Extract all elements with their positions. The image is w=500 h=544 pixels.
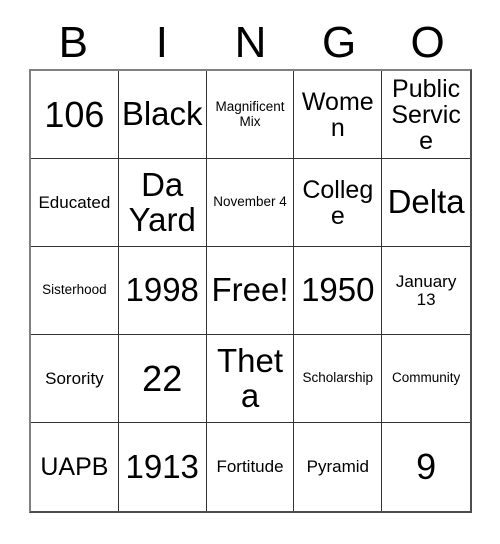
- header-letter-text: N: [234, 18, 267, 67]
- bingo-cell-text: UAPB: [40, 453, 109, 481]
- bingo-cell-text: Educated: [38, 192, 111, 212]
- bingo-cell[interactable]: Delta: [382, 159, 470, 247]
- bingo-cell[interactable]: 9: [382, 423, 470, 511]
- bingo-cell[interactable]: Black: [118, 71, 207, 159]
- bingo-card: B I N G O 106 Black Magnificent Mix Wome…: [0, 0, 500, 544]
- bingo-cell[interactable]: 1998: [118, 247, 207, 335]
- bingo-cell[interactable]: 22: [118, 335, 207, 423]
- bingo-header-row: B I N G O: [29, 18, 472, 68]
- bingo-cell-text: Women: [301, 87, 374, 142]
- bingo-cell-text: 1950: [301, 271, 375, 309]
- bingo-cell-text: Black: [121, 95, 203, 133]
- bingo-cell[interactable]: Women: [294, 71, 383, 159]
- bingo-cell[interactable]: 1913: [118, 423, 207, 511]
- bingo-cell-text: Public Service: [391, 74, 461, 155]
- header-letter-text: I: [155, 18, 168, 67]
- bingo-cell[interactable]: Pyramid: [294, 423, 383, 511]
- bingo-header-letter-g: G: [295, 18, 384, 68]
- bingo-cell[interactable]: College: [294, 159, 383, 247]
- bingo-cell-text: 106: [44, 93, 105, 135]
- bingo-cell[interactable]: January 13: [382, 247, 470, 335]
- bingo-cell-text: Sorority: [45, 368, 104, 388]
- bingo-cell-text: College: [302, 175, 374, 230]
- bingo-header-letter-i: I: [118, 18, 207, 68]
- bingo-cell[interactable]: November 4: [206, 159, 295, 247]
- bingo-cell-text: 1998: [125, 271, 199, 309]
- bingo-cell[interactable]: Educated: [31, 159, 119, 247]
- bingo-cell-text: Community: [391, 370, 461, 386]
- bingo-grid: 106 Black Magnificent Mix Women Public S…: [29, 69, 472, 513]
- bingo-header-letter-o: O: [383, 18, 472, 68]
- bingo-cell[interactable]: Magnificent Mix: [206, 71, 295, 159]
- bingo-cell[interactable]: Da Yard: [118, 159, 207, 247]
- bingo-cell[interactable]: Community: [382, 335, 470, 423]
- bingo-header-letter-n: N: [206, 18, 295, 68]
- bingo-cell[interactable]: 1950: [294, 247, 383, 335]
- bingo-cell-text: Fortitude: [216, 457, 284, 477]
- bingo-cell-text: 9: [416, 446, 437, 488]
- bingo-cell-text: Da Yard: [128, 166, 196, 238]
- bingo-cell[interactable]: Sorority: [31, 335, 119, 423]
- bingo-cell[interactable]: Scholarship: [294, 335, 383, 423]
- bingo-header-letter-b: B: [29, 18, 118, 68]
- bingo-cell-text: Delta: [387, 183, 465, 221]
- bingo-cell-free-space[interactable]: Free!: [206, 247, 295, 335]
- bingo-cell-text: 22: [142, 357, 183, 399]
- header-letter-text: O: [410, 18, 445, 67]
- bingo-cell[interactable]: Theta: [206, 335, 295, 423]
- bingo-cell-text: Pyramid: [306, 457, 369, 477]
- bingo-cell[interactable]: Sisterhood: [31, 247, 119, 335]
- header-letter-text: B: [58, 18, 88, 67]
- bingo-cell-text: 1913: [125, 447, 199, 485]
- bingo-cell[interactable]: UAPB: [31, 423, 119, 511]
- bingo-cell[interactable]: Fortitude: [206, 423, 295, 511]
- bingo-cell-text: Free!: [211, 271, 289, 309]
- bingo-cell-text: Magnificent Mix: [215, 99, 285, 129]
- bingo-cell-text: Sisterhood: [42, 282, 107, 298]
- header-letter-text: G: [321, 18, 357, 67]
- bingo-cell[interactable]: 106: [31, 71, 119, 159]
- bingo-cell-text: Scholarship: [302, 370, 374, 386]
- bingo-cell[interactable]: Public Service: [382, 71, 470, 159]
- bingo-cell-text: January 13: [395, 271, 457, 309]
- bingo-cell-text: Theta: [216, 342, 284, 414]
- bingo-cell-text: November 4: [213, 194, 287, 210]
